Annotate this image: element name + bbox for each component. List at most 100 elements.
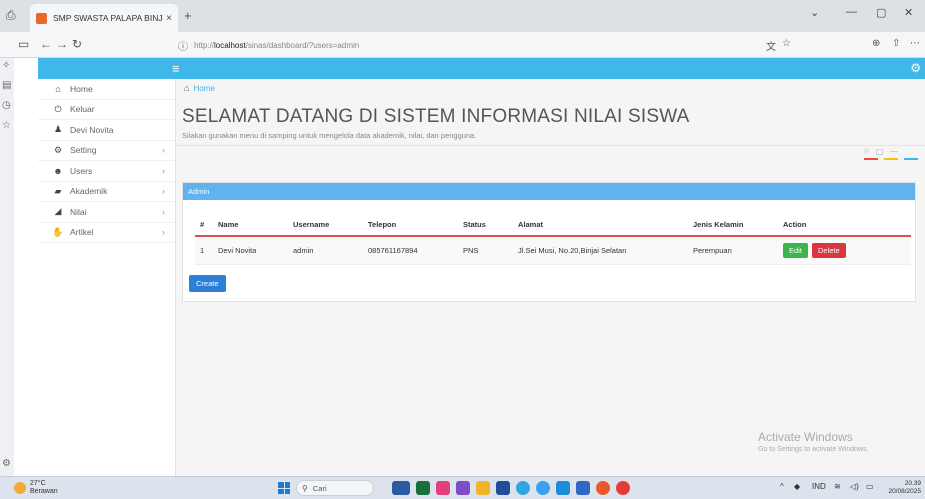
tray-chevron-icon[interactable]: ^ [780,482,784,491]
wifi-icon[interactable]: ≋ [834,482,841,491]
column-header: Alamat [513,214,688,237]
settings-icon[interactable]: ⚙ [2,458,11,469]
browser-menu-icon[interactable]: ⋯ [910,38,920,49]
language-indicator[interactable]: IND [812,482,826,491]
cell-jenis-kelamin: Perempuan [688,236,778,265]
edge-icon[interactable] [516,481,530,495]
volume-icon[interactable]: ◁) [850,482,859,491]
app-icon[interactable] [416,481,430,495]
app-icon[interactable] [576,481,590,495]
column-header: # [195,214,213,237]
app-icon[interactable] [496,481,510,495]
reload-icon[interactable]: ↻ [72,37,82,51]
battery-icon[interactable]: ▭ [866,482,874,491]
clock[interactable]: 20.39 20/08/2025 [888,480,921,496]
address-bar-row: ▭ ← → ↻ ⓘ http://localhost/sinas/dashboa… [0,32,925,58]
delete-button[interactable]: Delete [811,243,846,258]
search-icon: ⚲ [302,483,308,493]
column-header: Name [213,214,288,237]
sidebar-item-label: Akademik [70,186,108,197]
browser-tab[interactable]: SMP SWASTA PALAPA BINJAI × [30,4,178,32]
cell-alamat: Jl.Sei Musi, No.20,Binjai Selatan [513,236,688,265]
sidebar-item-keluar[interactable]: ⏻ Keluar [38,100,175,120]
favorite-icon[interactable]: ☆ [782,38,791,49]
window-menu-icon[interactable]: ⎙ [6,8,20,22]
hamburger-icon[interactable]: ≡ [172,61,180,76]
sidebar-item-label: Devi Novita [70,124,114,135]
search-placeholder: Cari [312,483,327,493]
breadcrumb-home-icon: ⌂ [184,83,190,93]
sidebar-item-nilai[interactable]: ◢ Nilai › [38,202,175,223]
panel-title: Admin [183,183,915,200]
favorites-icon[interactable]: ☆ [2,120,11,131]
url-field[interactable]: ⓘ http://localhost/sinas/dashboard/?user… [178,36,748,54]
back-icon[interactable]: ← [40,37,52,51]
chevron-right-icon: › [162,165,165,176]
firefox-icon[interactable] [596,481,610,495]
star-icon[interactable]: ✧ [2,60,10,71]
chart-icon: ◢ [54,206,62,217]
close-window-icon[interactable]: ✕ [904,6,913,19]
tool-strip: ⁝⁝ ▢ — [176,145,925,177]
sidebar-item-home[interactable]: ⌂ Home [38,79,175,100]
breadcrumb-home-link[interactable]: Home [193,84,214,93]
copilot-icon[interactable] [392,481,410,495]
power-icon: ⏻ [54,103,62,114]
gear-icon: ⚙ [53,144,63,155]
cell-no: 1 [195,236,213,265]
chevron-right-icon: › [162,186,165,197]
page-subtitle: Silakan gunakan menu di samping untuk me… [182,131,477,140]
watermark-title: Activate Windows [758,430,853,444]
cell-telepon: 085761167894 [363,236,458,265]
edit-button[interactable]: Edit [783,243,808,258]
sidebar-item-akademik[interactable]: ▰ Akademik › [38,182,175,202]
clock-date: 20/08/2025 [888,488,921,495]
collections-icon[interactable]: ▤ [2,80,11,91]
sidebar-toggle-icon[interactable]: ▭ [18,37,29,51]
column-header: Action [778,214,911,237]
chevron-right-icon: › [162,206,165,217]
taskbar: 27°C Berawan ⚲ Cari ^ ◆ IND ≋ ◁) ▭ 20.39… [0,476,925,499]
cell-status: PNS [458,236,513,265]
column-header: Telepon [363,214,458,237]
sidebar-item-profile[interactable]: ♟ Devi Novita [38,120,175,141]
browser-icon[interactable] [536,481,550,495]
tray-app-icon[interactable]: ◆ [794,482,800,491]
sidebar-item-label: Artikel [70,227,94,238]
start-icon[interactable] [278,482,290,494]
sidebar-item-users[interactable]: ☻ Users › [38,161,175,182]
new-tab-button[interactable]: + [184,8,192,23]
minimize-icon[interactable]: — [846,6,857,18]
history-icon[interactable]: ◷ [2,100,11,111]
sidebar-item-label: Keluar [70,104,95,115]
layout-icons[interactable]: ⁝⁝ ▢ — [864,147,898,156]
app-icon[interactable] [456,481,470,495]
tab-list-icon[interactable]: ⌄ [810,6,819,19]
info-icon[interactable]: ⓘ [178,38,188,53]
chrome-icon[interactable] [616,481,630,495]
main-content: ⌂ Home SELAMAT DATANG DI SISTEM INFORMAS… [176,79,925,476]
app-icon[interactable] [556,481,570,495]
create-button[interactable]: Create [189,275,226,292]
tab-title: SMP SWASTA PALAPA BINJAI [53,13,163,23]
restore-icon[interactable]: ▢ [876,6,886,19]
blue-indicator [904,157,918,160]
sidebar-item-setting[interactable]: ⚙ Setting › [38,141,175,161]
file-explorer-icon[interactable] [476,481,490,495]
sidebar: ⌂ Home ⏻ Keluar ♟ Devi Novita ⚙ Setting … [38,79,176,476]
extensions-icon[interactable]: ⊕ [872,38,880,49]
home-icon: ⌂ [55,83,61,94]
translate-icon[interactable]: 文 [766,38,776,53]
weather-icon [14,482,26,494]
taskbar-search[interactable]: ⚲ Cari [296,480,374,496]
weather-widget[interactable]: 27°C Berawan [14,480,58,496]
forward-icon[interactable]: → [56,37,68,51]
share-icon[interactable]: ⇧ [892,38,900,49]
app-icon[interactable] [436,481,450,495]
tab-close-icon[interactable]: × [166,13,172,24]
sidebar-item-label: Setting [70,145,97,156]
column-header: Status [458,214,513,237]
activation-watermark: Activate Windows Go to Settings to activ… [758,430,869,453]
sidebar-item-artikel[interactable]: ✋ Artikel › [38,223,175,243]
header-gear-icon[interactable]: ⚙ [910,61,921,75]
